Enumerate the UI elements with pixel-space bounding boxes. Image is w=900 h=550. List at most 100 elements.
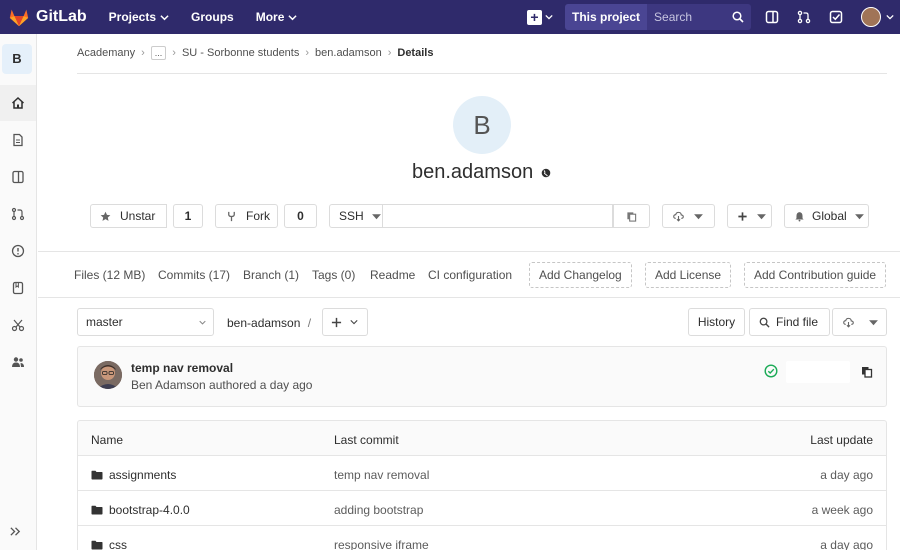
search-icon: [732, 11, 744, 23]
search-box[interactable]: This project Search: [565, 4, 751, 30]
repository-icon: [12, 170, 24, 184]
search-icon: [759, 317, 770, 328]
file-name[interactable]: bootstrap-4.0.0: [109, 503, 190, 517]
divider: [38, 297, 900, 298]
tanuki-icon: [9, 9, 29, 27]
add-file-dropdown[interactable]: [322, 308, 368, 336]
sidebar-item-wiki[interactable]: [0, 270, 36, 306]
author-photo: [94, 361, 122, 389]
file-name[interactable]: assignments: [109, 468, 176, 482]
notification-dropdown[interactable]: Global: [784, 204, 869, 228]
search-input[interactable]: Search: [647, 4, 751, 30]
add-license-button[interactable]: Add License: [645, 262, 732, 288]
add-changelog-button[interactable]: Add Changelog: [529, 262, 632, 288]
breadcrumb-current: Details: [397, 47, 434, 59]
download-source-dropdown[interactable]: [832, 308, 887, 336]
fork-count[interactable]: 0: [284, 204, 317, 228]
stat-ci-configuration[interactable]: CI configuration: [428, 268, 512, 282]
chevron-right-icon: ›: [387, 47, 392, 59]
caret-down-icon: [371, 213, 381, 219]
gitlab-logo[interactable]: GitLab: [8, 6, 87, 28]
commit-sha[interactable]: [786, 361, 850, 383]
file-last-update: a day ago: [820, 468, 873, 482]
file-last-commit[interactable]: adding bootstrap: [334, 503, 423, 517]
file-last-commit[interactable]: temp nav removal: [334, 468, 429, 482]
add-contribution-guide-button[interactable]: Add Contribution guide: [744, 262, 887, 288]
user-avatar[interactable]: [861, 7, 881, 27]
plus-icon: [738, 211, 747, 221]
unstar-button[interactable]: Unstar: [90, 204, 167, 228]
clipboard-icon: [627, 211, 637, 222]
stat-commits[interactable]: Commits (17): [158, 268, 230, 282]
stat-branches[interactable]: Branch (1): [243, 268, 299, 282]
project-title: ben.adamson: [412, 161, 551, 184]
caret-down-icon: [869, 319, 878, 325]
todo-check-icon[interactable]: [829, 10, 843, 24]
header-name: Name: [91, 433, 124, 447]
table-header: Name Last commit Last update: [77, 420, 887, 456]
fork-icon: [228, 211, 235, 221]
pipeline-success-icon[interactable]: [764, 364, 778, 378]
clipboard-icon[interactable]: [861, 366, 873, 378]
search-scope[interactable]: This project: [565, 4, 648, 30]
table-row[interactable]: assignments temp nav removal a day ago: [77, 456, 887, 491]
breadcrumb-item[interactable]: ben.adamson: [315, 47, 382, 59]
history-button[interactable]: History: [688, 308, 745, 336]
new-dropdown[interactable]: +: [527, 9, 553, 25]
sidebar-item-files[interactable]: [0, 122, 36, 158]
sidebar-item-snippets[interactable]: [0, 307, 36, 343]
merge-request-icon[interactable]: [797, 10, 811, 24]
top-navbar: GitLab Projects Groups More + This proje…: [0, 0, 900, 34]
sidebar-item-ci-cd[interactable]: [0, 233, 36, 269]
fork-button[interactable]: Fork: [215, 204, 278, 228]
chevron-down-icon: [350, 320, 358, 325]
file-last-commit[interactable]: responsive iframe: [334, 538, 429, 550]
stat-files[interactable]: Files (12 MB): [74, 268, 145, 282]
globe-visibility-icon: [541, 168, 551, 177]
commit-author-avatar[interactable]: [94, 361, 122, 389]
breadcrumb-expand[interactable]: ...: [150, 46, 167, 60]
chevron-down-icon[interactable]: [886, 13, 894, 21]
caret-down-icon: [694, 213, 703, 219]
table-row[interactable]: css responsive iframe a day ago: [77, 526, 887, 550]
cloud-download-icon: [843, 317, 854, 328]
clone-url-input[interactable]: [383, 204, 613, 228]
sidebar-toggle-icon[interactable]: [765, 10, 779, 24]
folder-icon: [91, 540, 103, 550]
chevron-down-icon: [288, 14, 297, 20]
breadcrumb-item[interactable]: SU - Sorbonne students: [182, 47, 299, 59]
find-file-button[interactable]: Find file: [749, 308, 830, 336]
branch-select[interactable]: master: [77, 308, 214, 336]
folder-icon: [91, 505, 103, 515]
folder-icon: [91, 470, 103, 480]
breadcrumb-item[interactable]: Academany: [77, 47, 135, 59]
divider: [77, 73, 887, 74]
table-row[interactable]: bootstrap-4.0.0 adding bootstrap a week …: [77, 491, 887, 526]
last-commit-panel: temp nav removal Ben Adamson authored a …: [77, 346, 887, 407]
commit-title[interactable]: temp nav removal: [131, 361, 233, 375]
stat-readme[interactable]: Readme: [370, 268, 415, 282]
merge-request-icon: [11, 207, 25, 221]
chevron-down-icon: [160, 14, 169, 20]
download-dropdown[interactable]: [662, 204, 715, 228]
clone-protocol-dropdown[interactable]: SSH: [329, 204, 383, 228]
copy-url-button[interactable]: [613, 204, 650, 228]
sidebar-item-members[interactable]: [0, 344, 36, 380]
sidebar-item-merge-requests[interactable]: [0, 196, 36, 232]
file-name[interactable]: css: [109, 538, 127, 550]
stat-tags[interactable]: Tags (0): [312, 268, 355, 282]
star-count[interactable]: 1: [173, 204, 203, 228]
project-avatar-small[interactable]: B: [2, 44, 32, 74]
sidebar-item-repository[interactable]: [0, 159, 36, 195]
sidebar-item-home[interactable]: [0, 85, 36, 121]
chevron-down-icon: [199, 320, 206, 325]
project-avatar: B: [453, 96, 511, 154]
collapse-sidebar-icon[interactable]: [9, 525, 22, 538]
add-dropdown[interactable]: [727, 204, 772, 228]
file-last-update: a day ago: [820, 538, 873, 550]
nav-groups[interactable]: Groups: [191, 10, 234, 24]
nav-more[interactable]: More: [256, 10, 298, 24]
chevron-down-icon: [545, 14, 553, 20]
home-icon: [11, 96, 25, 109]
nav-projects[interactable]: Projects: [109, 10, 169, 24]
